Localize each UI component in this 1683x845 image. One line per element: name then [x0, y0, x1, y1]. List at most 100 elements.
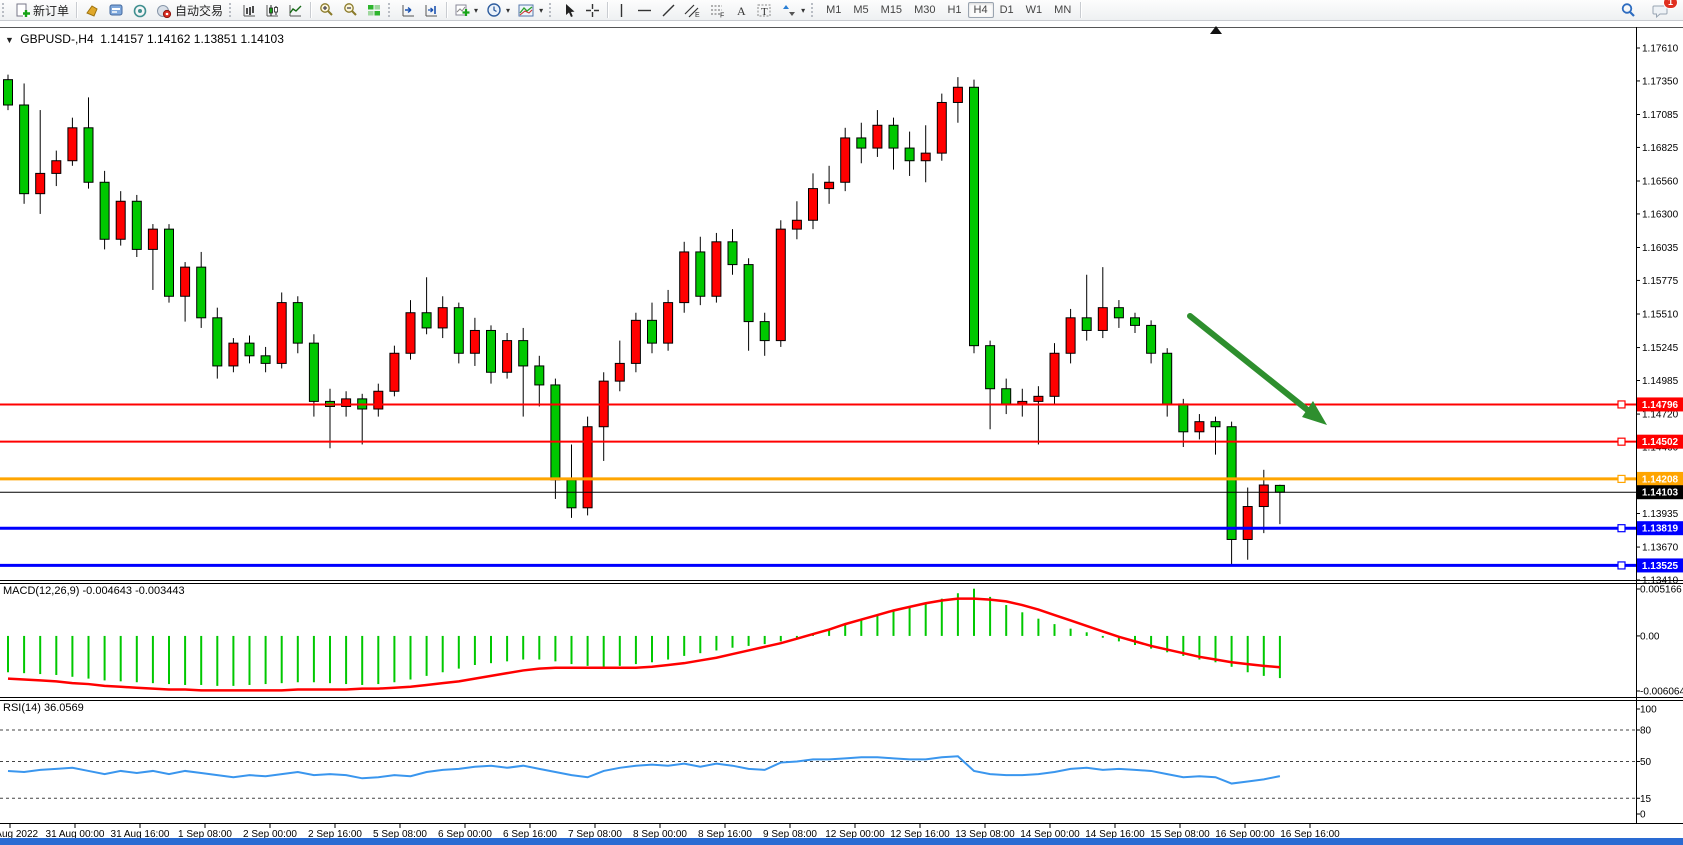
svg-text:1.14208: 1.14208	[1642, 474, 1679, 485]
svg-text:50: 50	[1640, 757, 1652, 768]
text-tool-button[interactable]: A	[730, 0, 752, 20]
trendline-tool-button[interactable]	[657, 0, 680, 20]
svg-text:1.16825: 1.16825	[1642, 143, 1679, 154]
fibonacci-icon: F	[709, 3, 726, 18]
separator	[76, 2, 77, 18]
dropdown-caret: ▾	[474, 6, 478, 15]
chart-area[interactable]: 1.176101.173501.170851.168251.165601.163…	[0, 20, 1683, 845]
tile-windows-icon	[366, 3, 382, 18]
price-chart-canvas[interactable]: 1.176101.173501.170851.168251.165601.163…	[0, 20, 1683, 845]
candlestick-chart-button[interactable]	[261, 0, 284, 20]
text-label-icon: T	[756, 3, 773, 18]
svg-text:-0.006064: -0.006064	[1640, 687, 1683, 698]
arrows-tool-button[interactable]: ▾	[777, 0, 809, 20]
timeframe-mn-button[interactable]: MN	[1048, 2, 1077, 18]
dropdown-caret: ▾	[506, 6, 510, 15]
vertical-line-icon	[615, 3, 628, 18]
timeframe-h4-button[interactable]: H4	[968, 2, 994, 18]
chart-shift-button[interactable]	[420, 0, 443, 20]
svg-text:1.13670: 1.13670	[1642, 543, 1679, 554]
toolbar-grip	[549, 3, 556, 17]
notification-badge: 1	[1663, 0, 1678, 9]
crosshair-tool-button[interactable]	[581, 0, 604, 20]
zoom-out-button[interactable]	[338, 0, 362, 20]
zoom-in-button[interactable]	[314, 0, 338, 20]
toolbar-grip	[229, 3, 236, 17]
notifications-button[interactable]: 1	[1648, 0, 1673, 20]
terminal-button[interactable]	[104, 0, 128, 20]
svg-text:1.14502: 1.14502	[1642, 437, 1679, 448]
toolbar-grip	[811, 3, 818, 17]
svg-text:1.14796: 1.14796	[1642, 400, 1679, 411]
horizontal-line-objects[interactable]	[0, 401, 1636, 569]
horizontal-line-tool-button[interactable]	[632, 0, 657, 20]
svg-text:1.13935: 1.13935	[1642, 509, 1679, 520]
templates-button[interactable]: ▾	[514, 0, 547, 20]
add-indicator-icon	[454, 3, 470, 18]
svg-text:F: F	[720, 12, 724, 18]
svg-text:1.14985: 1.14985	[1642, 376, 1679, 387]
terminal-window-icon	[108, 3, 124, 18]
auto-scroll-icon	[401, 3, 416, 18]
svg-text:1.15775: 1.15775	[1642, 276, 1679, 287]
svg-text:1.16035: 1.16035	[1642, 243, 1679, 254]
arrows-icon	[781, 3, 797, 18]
clock-icon	[486, 2, 502, 18]
svg-text:15: 15	[1640, 794, 1652, 805]
equidistant-channel-tool-button[interactable]: E	[680, 0, 705, 20]
ohlc-high: 1.14162	[147, 32, 190, 46]
timeframe-m5-button[interactable]: M5	[847, 2, 874, 18]
text-label-tool-button[interactable]: T	[752, 0, 777, 20]
timeframe-w1-button[interactable]: W1	[1020, 2, 1049, 18]
svg-text:1.17085: 1.17085	[1642, 110, 1679, 121]
timeframe-m15-button[interactable]: M15	[875, 2, 908, 18]
autotrade-button[interactable]: 自动交易	[152, 0, 227, 20]
ohlc-open: 1.14157	[100, 32, 143, 46]
timeframe-h1-button[interactable]: H1	[941, 2, 967, 18]
autotrade-icon	[156, 3, 172, 18]
vertical-line-tool-button[interactable]	[611, 0, 632, 20]
separator	[446, 2, 447, 18]
svg-text:1.14103: 1.14103	[1642, 488, 1679, 499]
signals-button[interactable]	[128, 0, 152, 20]
candlestick-chart-icon	[265, 3, 280, 18]
separator	[607, 2, 608, 18]
market-watch-button[interactable]	[80, 0, 104, 20]
gold-tag-icon	[84, 3, 100, 18]
symbol-dropdown-icon[interactable]: ▼	[5, 35, 14, 45]
bar-chart-button[interactable]	[238, 0, 261, 20]
svg-text:1.15245: 1.15245	[1642, 343, 1679, 354]
periods-button[interactable]: ▾	[482, 0, 514, 20]
macd-panel: 0.0051660.00-0.006064	[8, 585, 1683, 698]
search-button[interactable]	[1616, 0, 1640, 20]
zoom-in-icon	[318, 2, 334, 18]
timeframe-m1-button[interactable]: M1	[820, 2, 847, 18]
cursor-tool-button[interactable]	[558, 0, 581, 20]
new-order-icon	[15, 3, 30, 18]
svg-text:80: 80	[1640, 726, 1652, 737]
timeframe-d1-button[interactable]: D1	[994, 2, 1020, 18]
line-chart-icon	[288, 3, 303, 18]
fibonacci-tool-button[interactable]: F	[705, 0, 730, 20]
macd-signal-line	[8, 599, 1280, 691]
trendline-icon	[661, 3, 676, 18]
down-arrow-annotation[interactable]	[1190, 316, 1327, 425]
macd-signal-value: -0.003443	[135, 585, 185, 597]
auto-scroll-button[interactable]	[397, 0, 420, 20]
svg-text:1.16560: 1.16560	[1642, 177, 1679, 188]
template-icon	[518, 3, 535, 18]
macd-name: MACD(12,26,9)	[3, 585, 79, 597]
crosshair-icon	[585, 3, 600, 18]
cursor-icon	[562, 3, 577, 18]
timeframe-m30-button[interactable]: M30	[908, 2, 941, 18]
new-order-button[interactable]: 新订单	[11, 0, 73, 20]
symbol-timeframe-label: GBPUSD-,H4	[20, 32, 93, 46]
line-chart-button[interactable]	[284, 0, 307, 20]
tile-windows-button[interactable]	[362, 0, 386, 20]
toolbar-grip	[388, 3, 395, 17]
autotrade-label: 自动交易	[175, 2, 223, 19]
rsi-value: 36.0569	[44, 702, 84, 714]
chart-title: ▼ GBPUSD-,H4 1.14157 1.14162 1.13851 1.1…	[5, 32, 284, 46]
svg-text:A: A	[737, 4, 746, 18]
add-indicator-button[interactable]: ▾	[450, 0, 482, 20]
